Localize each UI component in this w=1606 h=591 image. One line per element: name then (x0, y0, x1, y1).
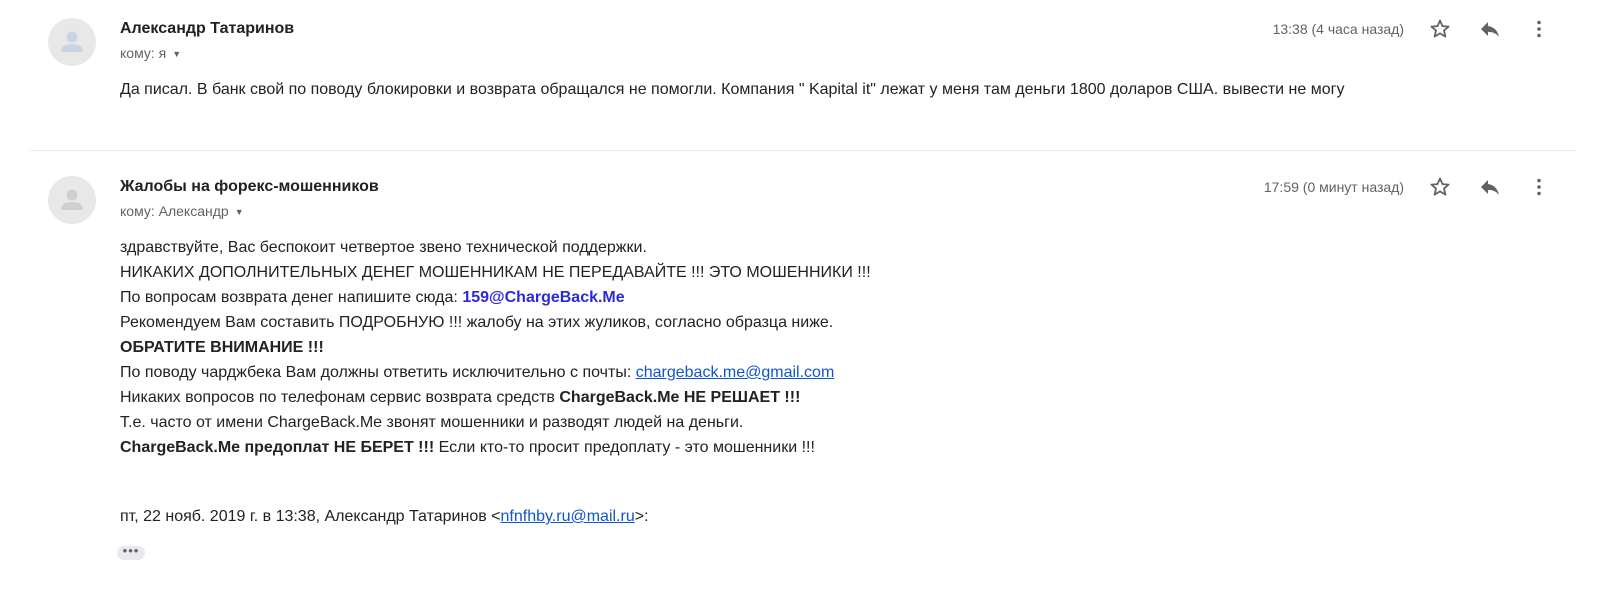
recipient-line[interactable]: кому: Александр ▼ (120, 203, 244, 219)
message-time: 13:38 (4 часа назад) (1272, 21, 1404, 37)
support-email: 159@ChargeBack.Me (462, 289, 625, 306)
body-line: Рекомендуем Вам составить ПОДРОБНУЮ !!! … (120, 314, 834, 331)
body-text: По вопросам возврата денег напишите сюда… (120, 289, 463, 306)
sender-name[interactable]: Жалобы на форекс-мошенников (120, 178, 379, 196)
email-link[interactable]: chargeback.me@gmail.com (636, 364, 835, 381)
more-vert-icon[interactable] (1527, 175, 1551, 199)
message-time: 17:59 (0 минут назад) (1263, 179, 1404, 195)
chevron-down-icon[interactable]: ▼ (172, 49, 181, 59)
star-icon[interactable] (1428, 175, 1452, 199)
body-line: Никаких вопросов по телефонам сервис воз… (120, 385, 871, 410)
body-line: ChargeBack.Me предоплат НЕ БЕРЕТ !!! Есл… (120, 435, 871, 460)
chevron-down-icon[interactable]: ▼ (235, 207, 244, 217)
sender-name[interactable]: Александр Татаринов (120, 20, 294, 38)
show-trimmed-content-button[interactable]: ••• (117, 544, 145, 560)
recipient-label: кому: Александр (120, 203, 229, 219)
sender-avatar[interactable] (48, 176, 96, 224)
person-icon (61, 31, 83, 52)
star-icon[interactable] (1428, 17, 1452, 41)
quote-prefix: пт, 22 нояб. 2019 г. в 13:38, Александр … (120, 508, 501, 525)
bold-text: ChargeBack.Me НЕ РЕШАЕТ !!! (559, 389, 801, 406)
person-icon (61, 189, 83, 210)
bold-text: ChargeBack.Me предоплат НЕ БЕРЕТ !!! (120, 439, 435, 456)
body-line: Т.е. часто от имени ChargeBack.Me звонят… (120, 414, 744, 431)
message-body: Да писал. В банк свой по поводу блокиров… (120, 81, 1345, 98)
reply-icon[interactable] (1478, 175, 1502, 199)
body-line: здравствуйте, Вас беспокоит четвертое зв… (120, 239, 647, 256)
more-vert-icon[interactable] (1527, 17, 1551, 41)
body-text: По поводу чарджбека Вам должны ответить … (120, 364, 636, 381)
recipient-label: кому: я (120, 45, 167, 61)
body-line: По поводу чарджбека Вам должны ответить … (120, 360, 871, 385)
quote-header: пт, 22 нояб. 2019 г. в 13:38, Александр … (120, 508, 649, 526)
body-line: По вопросам возврата денег напишите сюда… (120, 285, 871, 310)
body-text: Если кто-то просит предоплату - это моше… (434, 439, 815, 456)
body-line: НИКАКИХ ДОПОЛНИТЕЛЬНЫХ ДЕНЕГ МОШЕННИКАМ … (120, 264, 871, 281)
reply-icon[interactable] (1478, 17, 1502, 41)
body-text: Никаких вопросов по телефонам сервис воз… (120, 389, 560, 406)
message-divider (30, 150, 1576, 151)
sender-avatar[interactable] (48, 18, 96, 66)
recipient-line[interactable]: кому: я ▼ (120, 45, 181, 61)
quote-suffix: >: (634, 508, 649, 525)
attention-heading: ОБРАТИТЕ ВНИМАНИЕ !!! (120, 339, 324, 356)
quote-email-link[interactable]: nfnfhby.ru@mail.ru (501, 508, 635, 525)
message-body: здравствуйте, Вас беспокоит четвертое зв… (120, 235, 871, 460)
